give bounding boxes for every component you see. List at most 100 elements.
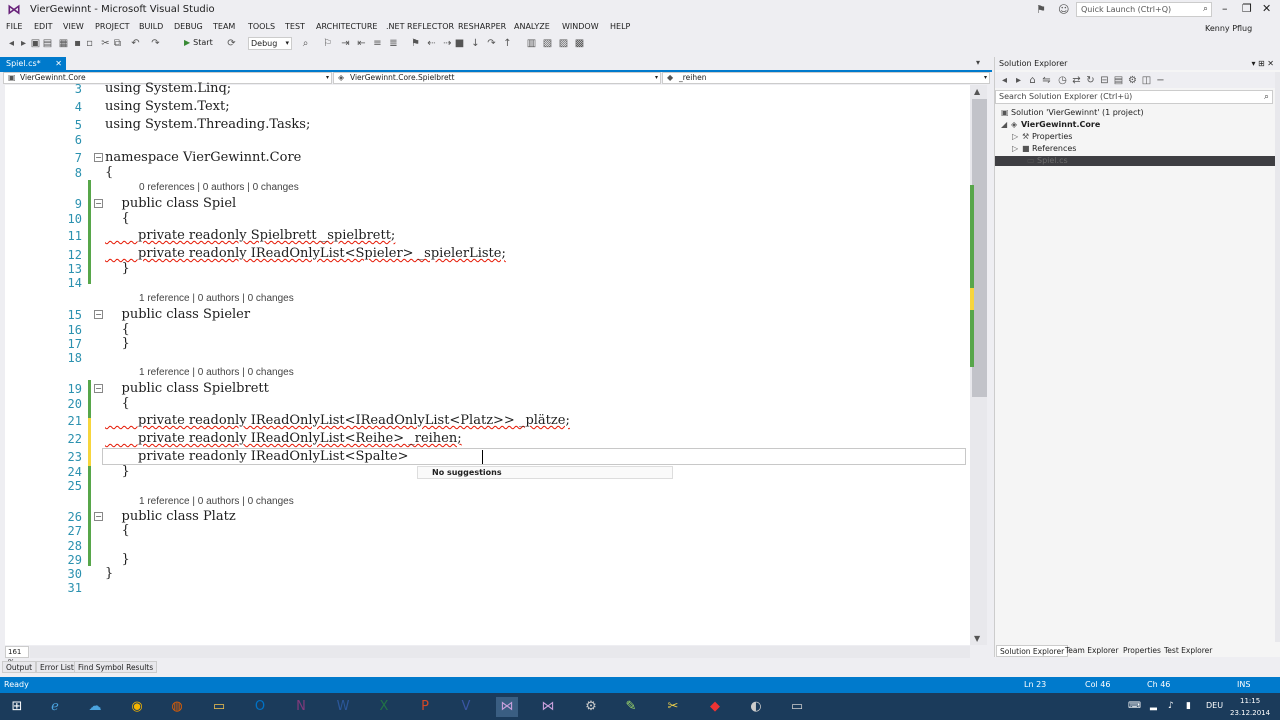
preview-icon[interactable]: ◫	[1141, 75, 1152, 86]
codelens-info[interactable]: 1 reference | 0 authors | 0 changes	[139, 496, 294, 507]
visual-studio-taskbar-icon[interactable]: ⋈	[496, 697, 518, 717]
close-panel-icon[interactable]: ✕	[1267, 59, 1274, 68]
word-icon[interactable]: W	[332, 697, 354, 717]
keyboard-icon[interactable]: ⌨	[1128, 701, 1141, 711]
maximize-button[interactable]: ❐	[1242, 2, 1252, 15]
onenote-icon[interactable]: N	[290, 697, 312, 717]
configuration-select[interactable]: Debug ▾	[248, 37, 292, 50]
home-icon[interactable]: ⌂	[1027, 75, 1038, 86]
pin-icon[interactable]: ▾ ⊞	[1251, 59, 1267, 68]
prev-bookmark-icon[interactable]: ⇠	[426, 38, 437, 49]
battery-icon[interactable]: ▮	[1186, 701, 1191, 711]
redo-icon[interactable]: ↷	[150, 38, 161, 49]
tab-properties[interactable]: Properties	[1120, 645, 1164, 657]
collapse-class-icon[interactable]: −	[94, 310, 103, 319]
back-icon[interactable]: ◂	[999, 75, 1010, 86]
uncomment-icon[interactable]: ≣	[388, 38, 399, 49]
tree-item-properties[interactable]: ▷ ⚒ Properties	[1012, 132, 1072, 141]
collapse-namespace-icon[interactable]: −	[94, 153, 103, 162]
bookmark-icon[interactable]: ⚐	[322, 38, 333, 49]
close-tab-icon[interactable]: ✕	[55, 57, 62, 70]
solution-search-input[interactable]: Search Solution Explorer (Ctrl+ü) ⌕	[995, 90, 1273, 104]
screen-icon[interactable]: ▭	[786, 697, 808, 717]
menu-architecture[interactable]: ARCHITECTURE	[316, 22, 377, 31]
tab-spiel-cs[interactable]: Spiel.cs* ✕	[0, 57, 66, 70]
menu-file[interactable]: FILE	[6, 22, 22, 31]
next-bookmark-icon[interactable]: ⇢	[442, 38, 453, 49]
visio-icon[interactable]: V	[455, 697, 477, 717]
codelens-info[interactable]: 0 references | 0 authors | 0 changes	[139, 182, 299, 193]
onedrive-icon[interactable]: ☁	[84, 697, 106, 717]
firefox-icon[interactable]: ◍	[166, 697, 188, 717]
sync-icon[interactable]: ⇄	[1071, 75, 1082, 86]
collapse-all-icon[interactable]: ⊟	[1099, 75, 1110, 86]
editor-horizontal-scrollbar[interactable]	[30, 646, 970, 658]
show-all-files-icon[interactable]: ▤	[1113, 75, 1124, 86]
code-line-current[interactable]: private readonly IReadOnlyList<Spalte>	[105, 449, 408, 464]
media-icon[interactable]: ◆	[704, 697, 726, 717]
scroll-up-icon[interactable]: ▲	[974, 87, 980, 96]
menu-edit[interactable]: EDIT	[34, 22, 52, 31]
comment-icon[interactable]: ≡	[372, 38, 383, 49]
visual-studio-2-icon[interactable]: ⋈	[537, 697, 559, 717]
layout-icon[interactable]: ▥	[526, 38, 537, 49]
undo-icon[interactable]: ↶	[130, 38, 141, 49]
language-indicator[interactable]: DEU	[1206, 701, 1223, 710]
snipping-icon[interactable]: ✂	[662, 697, 684, 717]
start-debugging-button[interactable]: ▶ Start	[184, 38, 213, 47]
clock-date[interactable]: 23.12.2014	[1230, 709, 1270, 717]
menu-help[interactable]: HELP	[610, 22, 630, 31]
powerpoint-icon[interactable]: P	[414, 697, 436, 717]
back-icon[interactable]: ◂	[6, 38, 17, 49]
tree-item-solution[interactable]: ▣ Solution 'VierGewinnt' (1 project)	[1001, 108, 1144, 117]
menu-view[interactable]: VIEW	[63, 22, 84, 31]
tab-find-symbol-results[interactable]: Find Symbol Results	[74, 661, 158, 673]
solution-icon[interactable]: ▣	[30, 38, 41, 49]
tree-item-project[interactable]: ◢ ◈ VierGewinnt.Core	[1001, 120, 1100, 129]
tab-test-explorer[interactable]: Test Explorer	[1161, 645, 1215, 657]
recorder-icon[interactable]: ◐	[745, 697, 767, 717]
menu-build[interactable]: BUILD	[139, 22, 163, 31]
new-project-icon[interactable]: ▦	[58, 38, 69, 49]
codelens-info[interactable]: 1 reference | 0 authors | 0 changes	[139, 293, 294, 304]
indent-icon[interactable]: ⇥	[340, 38, 351, 49]
notifications-icon[interactable]: ⚑	[1036, 3, 1046, 16]
step-out-icon[interactable]: ↑	[502, 38, 513, 49]
close-button[interactable]: ✕	[1262, 2, 1271, 15]
editor-scroll-thumb[interactable]	[972, 99, 987, 397]
minus-icon[interactable]: −	[1155, 75, 1166, 86]
menu-analyze[interactable]: ANALYZE	[514, 22, 550, 31]
tool-icon[interactable]: ⚙	[580, 697, 602, 717]
code-editor[interactable]	[5, 85, 970, 645]
start-windows-icon[interactable]: ⊞	[6, 697, 28, 717]
menu-project[interactable]: PROJECT	[95, 22, 130, 31]
chrome-icon[interactable]: ◉	[126, 697, 148, 717]
open-file-icon[interactable]: ▤	[42, 38, 53, 49]
zoom-level-select[interactable]: 161 %	[5, 646, 29, 666]
layout2-icon[interactable]: ▧	[542, 38, 553, 49]
minimize-button[interactable]: –	[1222, 2, 1228, 15]
menu-resharper[interactable]: RESHARPER	[458, 22, 506, 31]
collapse-class-icon[interactable]: −	[94, 384, 103, 393]
attach-icon[interactable]: ⟳	[226, 38, 237, 49]
pending-changes-icon[interactable]: ◷	[1057, 75, 1068, 86]
menu-net-reflector[interactable]: .NET REFLECTOR	[386, 22, 454, 31]
quick-launch-input[interactable]: Quick Launch (Ctrl+Q) ⌕	[1076, 2, 1212, 17]
toggle-bookmark-icon[interactable]: ⚑	[410, 38, 421, 49]
save-icon[interactable]: ▪	[72, 38, 83, 49]
user-name[interactable]: Kenny Pflug	[1205, 24, 1252, 33]
cut-icon[interactable]: ✂	[100, 38, 111, 49]
menu-team[interactable]: TEAM	[213, 22, 235, 31]
member-dropdown[interactable]: ◆ _reihen ▾	[662, 72, 990, 84]
scroll-down-icon[interactable]: ▼	[974, 634, 980, 643]
tree-item-spiel-cs[interactable]: ▭ Spiel.cs	[1027, 156, 1068, 165]
pen-icon[interactable]: ✎	[620, 697, 642, 717]
properties-icon[interactable]: ⚙	[1127, 75, 1138, 86]
stop-icon[interactable]: ■	[454, 38, 465, 49]
refresh-icon[interactable]: ↻	[1085, 75, 1096, 86]
layout3-icon[interactable]: ▨	[558, 38, 569, 49]
feedback-icon[interactable]: ☺	[1058, 3, 1069, 16]
volume-icon[interactable]: ♪	[1168, 701, 1174, 711]
menu-test[interactable]: TEST	[285, 22, 305, 31]
codelens-info[interactable]: 1 reference | 0 authors | 0 changes	[139, 367, 294, 378]
